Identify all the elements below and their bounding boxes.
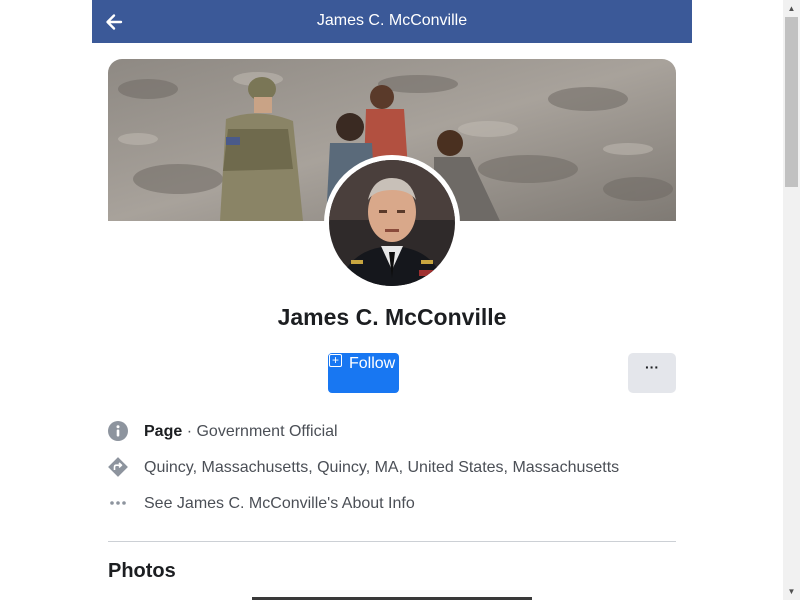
top-app-bar: James C. McConville	[92, 0, 692, 43]
page-scrollbar[interactable]: ▲ ▼	[783, 0, 800, 600]
photos-section-title: Photos	[108, 560, 176, 582]
header-title: James C. McConville	[316, 12, 468, 29]
follow-label: Follow	[349, 355, 396, 372]
plus-icon: +	[329, 354, 342, 367]
location-row: Quincy, Massachusetts, Quincy, MA, Unite…	[108, 457, 688, 481]
about-info-link[interactable]: See James C. McConville's About Info	[108, 493, 688, 517]
scrollbar-thumb[interactable]	[785, 17, 798, 187]
directions-icon	[108, 457, 128, 477]
scroll-up-arrow-icon[interactable]: ▲	[783, 0, 800, 17]
more-dots-icon: ···	[645, 359, 659, 375]
category-row: Page · Government Official	[108, 421, 688, 445]
category-value: Government Official	[196, 423, 338, 440]
about-info-text: See James C. McConville's About Info	[144, 495, 415, 512]
more-options-button[interactable]: ···	[628, 353, 676, 393]
section-divider	[108, 541, 676, 542]
profile-name: James C. McConville	[277, 304, 507, 330]
info-icon	[108, 421, 128, 441]
category-text: Page · Government Official	[144, 423, 338, 441]
profile-picture-image	[329, 160, 455, 286]
category-label: Page	[144, 423, 183, 440]
profile-picture[interactable]	[324, 155, 460, 291]
location-text: Quincy, Massachusetts, Quincy, MA, Unite…	[144, 459, 620, 476]
scroll-down-arrow-icon[interactable]: ▼	[783, 583, 800, 600]
more-horizontal-icon	[110, 501, 126, 505]
follow-button[interactable]: + Follow	[328, 353, 399, 393]
category-separator: ·	[186, 423, 193, 440]
